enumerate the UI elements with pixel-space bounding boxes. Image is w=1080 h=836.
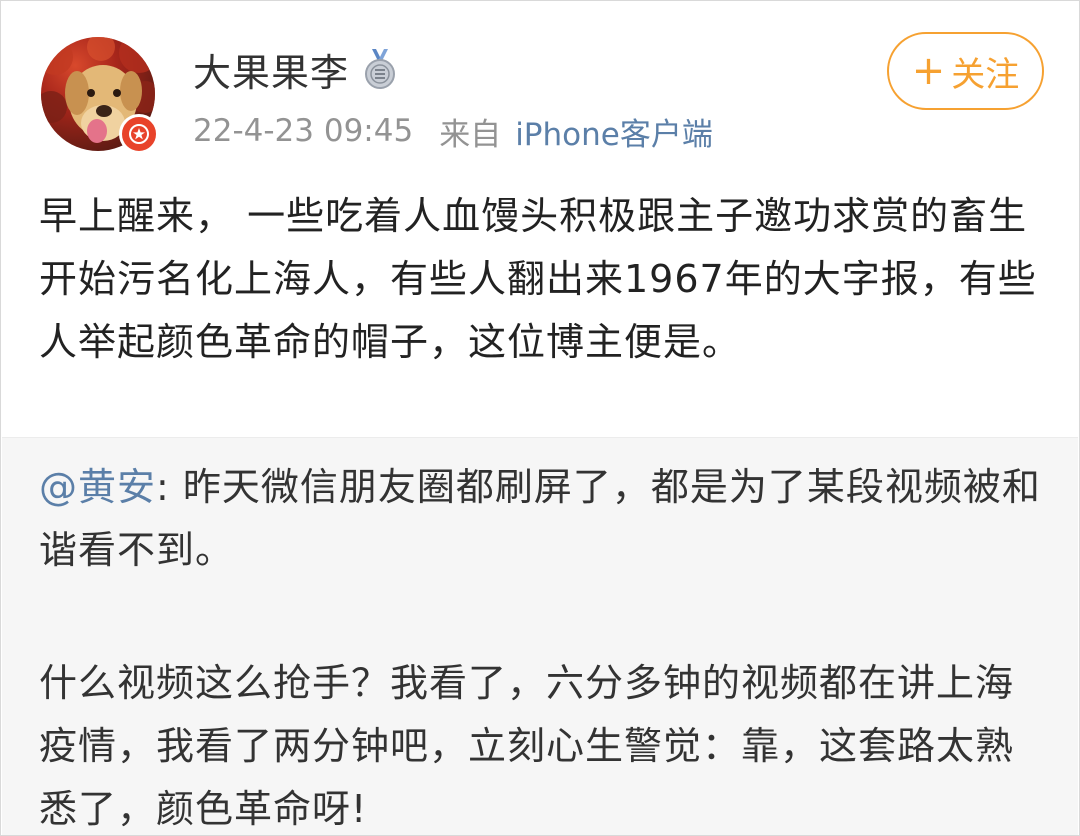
retweet-text-first: : 昨天微信朋友圈都刷屏了，都是为了某段视频被和谐看不到。 xyxy=(39,465,1041,572)
source-prefix: 来自 xyxy=(439,116,502,153)
follow-button[interactable]: + 关注 xyxy=(887,32,1044,110)
plus-icon: + xyxy=(911,48,946,94)
post-meta: 22-4-23 09:45 来自 iPhone客户端 xyxy=(193,109,713,153)
retweet-text-second: 什么视频这么抢手？我看了，六分多钟的视频都在讲上海疫情，我看了两分钟吧，立刻心生… xyxy=(39,661,1015,831)
retweet-body: @黄安: 昨天微信朋友圈都刷屏了，都是为了某段视频被和谐看不到。 什么视频这么抢… xyxy=(39,456,1049,835)
post-timestamp: 22-4-23 09:45 xyxy=(193,113,414,149)
follow-button-label: 关注 xyxy=(951,54,1020,95)
weibo-post-card: 大果果李 22-4-23 09:45 来自 iPhone客户端 + 关注 早上醒… xyxy=(0,0,1080,836)
medal-icon xyxy=(363,47,397,91)
verified-badge-icon xyxy=(119,114,159,154)
username-row: 大果果李 xyxy=(193,41,397,97)
retweeted-post[interactable]: @黄安: 昨天微信朋友圈都刷屏了，都是为了某段视频被和谐看不到。 什么视频这么抢… xyxy=(2,437,1078,835)
post-body-text: 早上醒来， 一些吃着人血馒头积极跟主子邀功求赏的畜生开始污名化上海人，有些人翻出… xyxy=(39,194,1037,364)
retweet-author-mention[interactable]: @黄安 xyxy=(39,465,156,509)
source-client-link[interactable]: iPhone客户端 xyxy=(515,109,713,154)
username[interactable]: 大果果李 xyxy=(193,42,349,97)
